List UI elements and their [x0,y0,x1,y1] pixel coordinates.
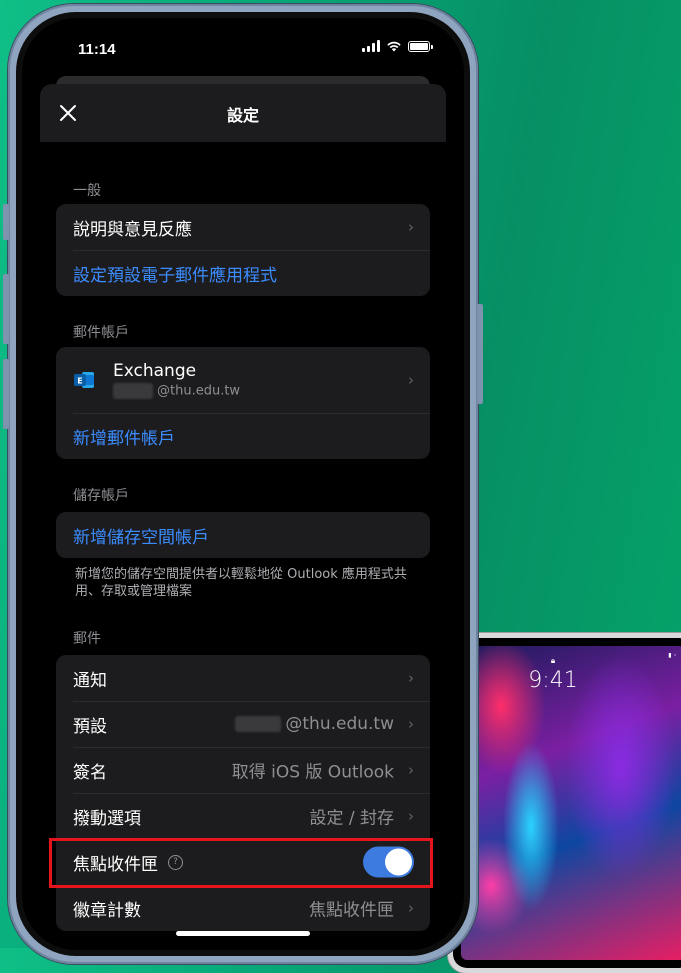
status-icons [362,40,433,52]
exchange-account-item[interactable]: E Exchange @thu.edu.tw › [56,347,430,413]
add-storage-account-label: 新增儲存空間帳戶 [73,527,209,548]
set-default-mail-app-label: 設定預設電子郵件應用程式 [73,265,277,286]
page-title: 設定 [226,106,259,125]
set-default-mail-app-link[interactable]: 設定預設電子郵件應用程式 [56,250,430,296]
chevron-right-icon: › [408,669,414,687]
add-mail-account-link[interactable]: 新增郵件帳戶 [56,413,430,459]
notifications-label: 通知 [73,670,107,691]
section-label-mail: 郵件 [73,631,101,647]
default-account-value: @thu.edu.tw [285,714,394,734]
exchange-icon: E [74,372,94,388]
ipad-screen: ▮ ◦ 🔒︎ 9:41 [453,638,681,968]
battery-icon [408,40,433,52]
chevron-right-icon: › [408,715,414,733]
phone-screen: 11:14 設定 一般 說明與意見反應 › 設定預設電子郵件應用程式 郵件帳戶 … [22,18,464,950]
section-label-mail-accounts: 郵件帳戶 [73,325,129,341]
signature-value: 取得 iOS 版 Outlook [231,762,394,783]
phone-bezel: 11:14 設定 一般 說明與意見反應 › 設定預設電子郵件應用程式 郵件帳戶 … [16,12,470,956]
settings-sheet: 設定 一般 說明與意見反應 › 設定預設電子郵件應用程式 郵件帳戶 E Exch… [40,84,446,950]
chevron-right-icon: › [408,899,414,917]
iphone-device: 11:14 設定 一般 說明與意見反應 › 設定預設電子郵件應用程式 郵件帳戶 … [3,4,483,964]
storage-card: 新增儲存空間帳戶 [56,512,430,558]
mail-accounts-card: E Exchange @thu.edu.tw › 新增郵件帳戶 [56,347,430,459]
status-bar: 11:14 [22,18,464,74]
badge-count-label: 徽章計數 [73,900,141,921]
badge-count-item[interactable]: 徽章計數 焦點收件匣 › [56,885,430,931]
help-feedback-item[interactable]: 說明與意見反應 › [56,204,430,250]
badge-count-value: 焦點收件匣 [309,900,394,921]
swipe-options-item[interactable]: 撥動選項 設定 / 封存 › [56,793,430,839]
default-account-label: 預設 [73,716,107,737]
ipad-device: ▮ ◦ 🔒︎ 9:41 [448,633,681,973]
notifications-item[interactable]: 通知 › [56,655,430,701]
focused-inbox-highlight-box [49,838,433,888]
swipe-options-value: 設定 / 封存 [309,808,394,829]
section-label-storage: 儲存帳戶 [73,488,129,504]
settings-content: 一般 說明與意見反應 › 設定預設電子郵件應用程式 郵件帳戶 E Exchang… [40,142,446,931]
signature-item[interactable]: 簽名 取得 iOS 版 Outlook › [56,747,430,793]
redacted-username [235,716,282,732]
swipe-options-label: 撥動選項 [73,808,141,829]
ipad-status-icons: ▮ ◦ [668,652,677,659]
signature-label: 簽名 [73,762,107,783]
home-indicator [176,931,310,936]
chevron-right-icon: › [408,371,414,389]
power-button [477,304,483,404]
mail-settings-card: 通知 › 預設 @thu.edu.tw › 簽名 取得 iOS 版 Outloo… [56,655,430,931]
settings-header: 設定 [40,84,446,142]
svg-text:E: E [77,377,82,386]
account-name: Exchange [113,361,197,381]
chevron-right-icon: › [408,218,414,236]
chevron-right-icon: › [408,761,414,779]
ipad-time: 9:41 [528,668,578,693]
add-storage-account-link[interactable]: 新增儲存空間帳戶 [56,512,430,558]
volume-down-button [3,359,9,429]
cellular-signal-icon [362,40,380,52]
default-account-item[interactable]: 預設 @thu.edu.tw › [56,701,430,747]
storage-description: 新增您的儲存空間提供者以輕鬆地從 Outlook 應用程式共用、存取或管理檔案 [75,567,407,599]
mute-switch [3,204,9,240]
add-mail-account-label: 新增郵件帳戶 [73,428,175,449]
help-feedback-label: 說明與意見反應 [73,219,192,240]
general-card: 說明與意見反應 › 設定預設電子郵件應用程式 [56,204,430,296]
lock-icon: 🔒︎ [550,656,556,665]
status-time: 11:14 [78,41,116,58]
wifi-icon [387,41,401,52]
ipad-wallpaper: ▮ ◦ 🔒︎ 9:41 [461,646,681,960]
volume-up-button [3,274,9,344]
account-email: @thu.edu.tw [157,383,241,399]
redacted-username [113,383,153,399]
section-label-general: 一般 [73,183,101,199]
chevron-right-icon: › [408,807,414,825]
